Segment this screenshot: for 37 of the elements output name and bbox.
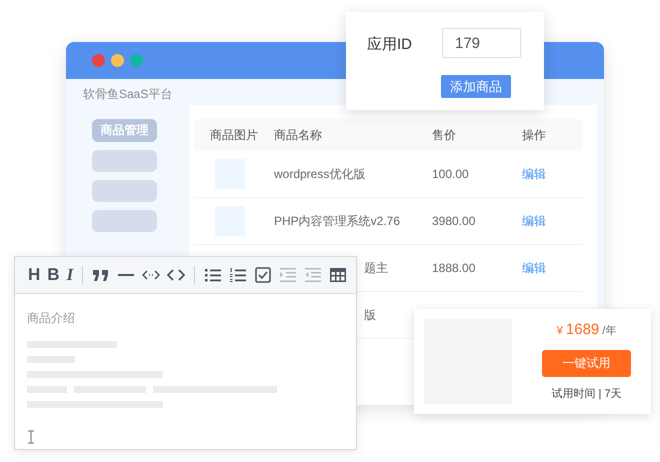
minimize-dot[interactable] bbox=[111, 54, 124, 67]
price: 1689 bbox=[566, 321, 600, 338]
table-cell: 题主 bbox=[364, 260, 388, 274]
edit-link[interactable]: 编辑 bbox=[522, 166, 546, 180]
table-cell: 3980.00 bbox=[432, 214, 476, 228]
maximize-dot[interactable] bbox=[130, 54, 143, 67]
add-product-button[interactable]: 添加商品 bbox=[441, 75, 511, 98]
close-dot[interactable] bbox=[92, 54, 105, 67]
price-unit: /年 bbox=[602, 324, 616, 338]
table-cell: wordpress优化版 bbox=[274, 166, 366, 180]
ul-icon[interactable] bbox=[204, 266, 222, 284]
task-icon[interactable] bbox=[254, 266, 272, 284]
edit-link[interactable]: 编辑 bbox=[522, 260, 546, 274]
currency-symbol: ¥ bbox=[556, 325, 563, 337]
table-cell: 版 bbox=[364, 308, 376, 322]
app-title: 软骨鱼SaaS平台 bbox=[83, 86, 172, 102]
sidebar-item[interactable]: 商品管理 bbox=[92, 119, 157, 142]
table-cell: 100.00 bbox=[432, 167, 469, 181]
format-button[interactable]: I bbox=[66, 266, 74, 284]
format-button[interactable]: H bbox=[28, 266, 40, 284]
editor-field[interactable]: 商品介绍 bbox=[15, 294, 356, 460]
table-cell: PHP内容管理系统v2.76 bbox=[274, 214, 400, 228]
field-label: 应用ID bbox=[367, 35, 412, 54]
format-button[interactable]: B bbox=[47, 266, 60, 284]
column-header: 售价 bbox=[432, 126, 456, 144]
column-header: 商品图片 bbox=[209, 126, 258, 144]
column-header: 商品名称 bbox=[274, 126, 322, 144]
edit-link[interactable]: 编辑 bbox=[522, 214, 546, 228]
column-header: 操作 bbox=[522, 126, 546, 144]
app-id-field[interactable]: 179 bbox=[442, 28, 521, 58]
text-cursor-icon bbox=[27, 430, 35, 444]
editor-placeholder: 商品介绍 bbox=[27, 310, 75, 327]
table-icon[interactable] bbox=[329, 266, 348, 284]
try-button[interactable]: 一键试用 bbox=[542, 350, 632, 377]
table-cell: 1888.00 bbox=[432, 261, 476, 275]
ol-icon[interactable] bbox=[229, 266, 248, 284]
trial-period: 试用时间 | 7天 bbox=[552, 387, 622, 401]
